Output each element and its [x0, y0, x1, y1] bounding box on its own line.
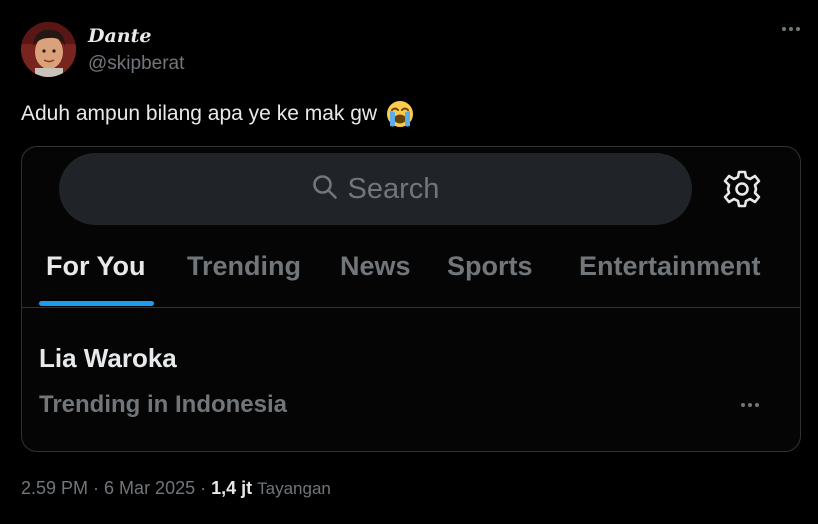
tweet-text: Aduh ampun bilang apa ye ke mak gw: [21, 99, 415, 129]
tweet-date[interactable]: 6 Mar 2025: [104, 478, 195, 499]
tab-news[interactable]: News: [340, 251, 411, 282]
author-handle[interactable]: @skipberat: [88, 53, 184, 75]
search-bar[interactable]: Search: [59, 153, 692, 225]
tab-for-you[interactable]: For You: [46, 251, 146, 282]
embedded-media-card[interactable]: Search For You Trending News Sports Ente…: [21, 146, 801, 452]
more-options-icon[interactable]: [782, 27, 800, 31]
separator-dot: ·: [200, 478, 207, 498]
loudly-crying-face-icon: [385, 99, 415, 129]
search-placeholder: Search: [347, 172, 440, 205]
trend-context: Trending in Indonesia: [39, 391, 288, 418]
tab-bar: For You Trending News Sports Entertainme…: [22, 243, 800, 308]
tab-sports[interactable]: Sports: [447, 251, 533, 282]
search-icon: [312, 174, 338, 205]
tweet-metadata: 2.59 PM · 6 Mar 2025 · 1,4 jt Tayangan: [21, 478, 331, 499]
tab-trending[interactable]: Trending: [187, 251, 301, 282]
gear-icon[interactable]: [722, 169, 762, 209]
tab-entertainment[interactable]: Entertainment: [579, 251, 761, 282]
tweet-time[interactable]: 2.59 PM: [21, 478, 88, 499]
trend-more-options-icon[interactable]: [741, 403, 759, 407]
trend-title[interactable]: Lia Waroka: [39, 343, 177, 374]
views-label: Tayangan: [257, 479, 331, 498]
author-display-name[interactable]: Dante: [88, 25, 151, 47]
active-tab-indicator: [39, 301, 154, 306]
tweet-text-content: Aduh ampun bilang apa ye ke mak gw: [21, 102, 378, 125]
views-count: 1,4 jt: [211, 478, 253, 498]
separator-dot: ·: [93, 478, 100, 498]
avatar[interactable]: [21, 22, 76, 77]
